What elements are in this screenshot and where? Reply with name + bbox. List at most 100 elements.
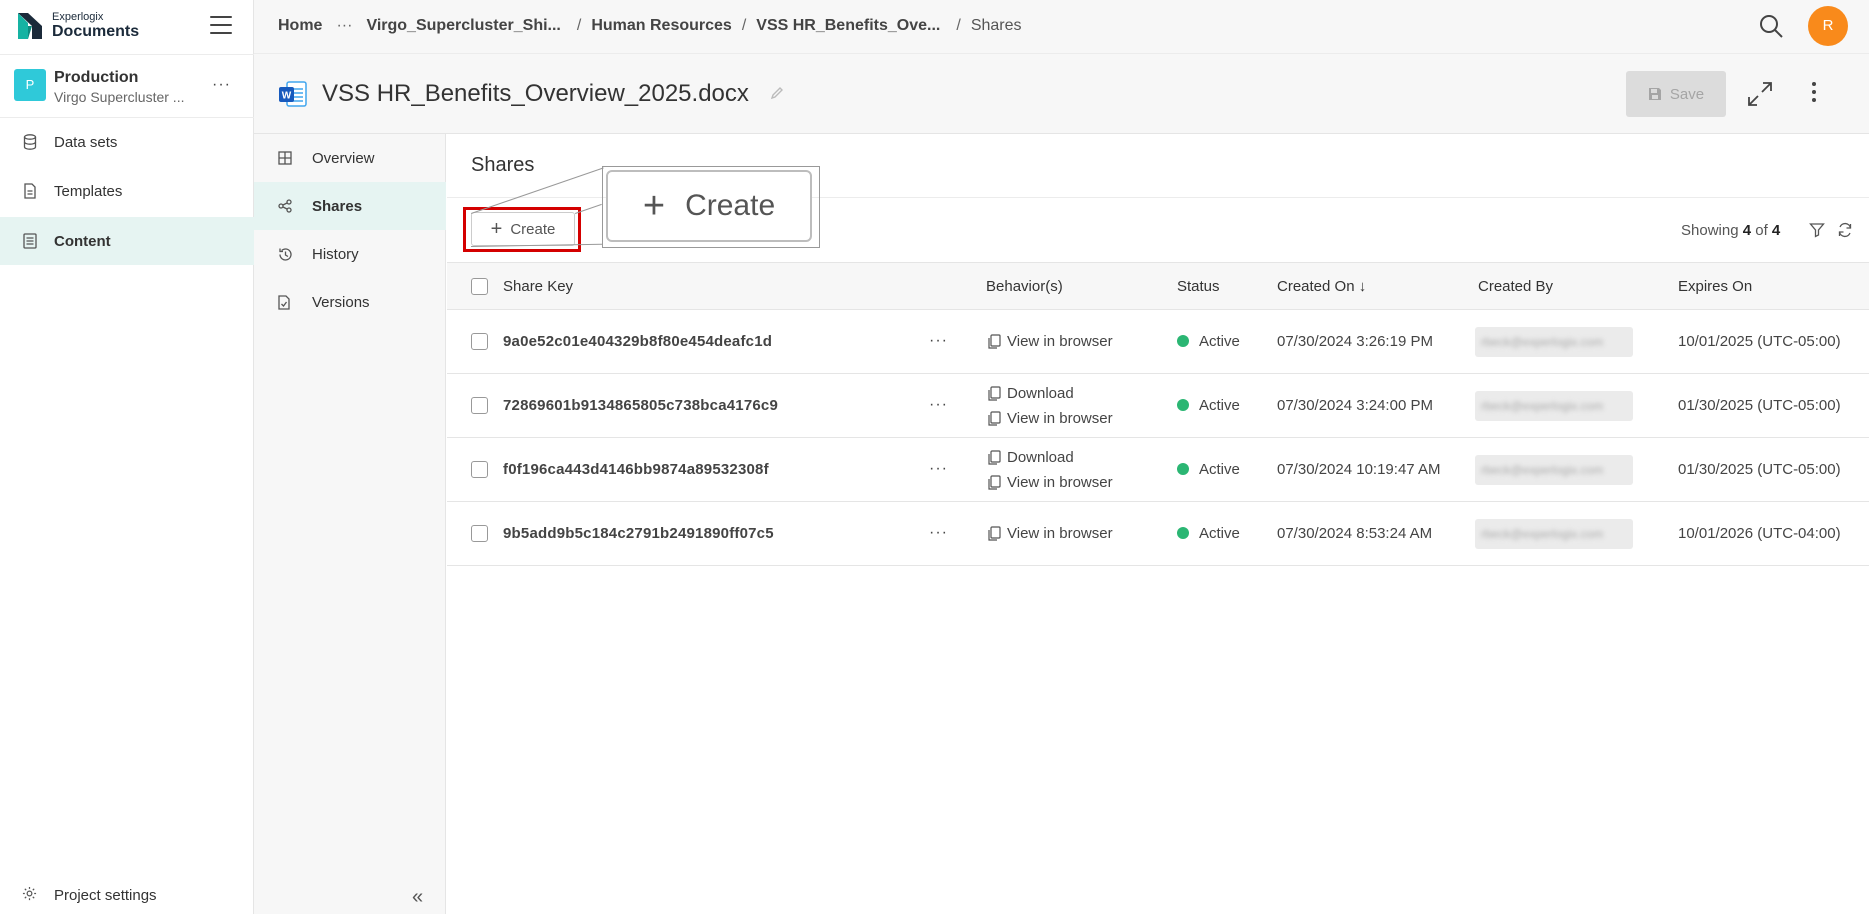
zoom-connector-line (575, 203, 602, 214)
table-header: Share Key Behavior(s) Status Created On … (447, 262, 1869, 310)
project-subtitle: Virgo Supercluster ... (54, 89, 185, 105)
more-options-icon[interactable] (1810, 82, 1818, 108)
copy-icon (988, 333, 1001, 349)
row-checkbox[interactable] (471, 525, 488, 542)
status-label: Active (1199, 461, 1240, 478)
sidebar-item-templates[interactable]: Templates (0, 168, 254, 214)
row-checkbox[interactable] (471, 333, 488, 350)
menu-icon[interactable] (210, 16, 232, 34)
row-checkbox[interactable] (471, 397, 488, 414)
status-label: Active (1199, 397, 1240, 414)
expires-on: 01/30/2025 (UTC-05:00) (1678, 461, 1841, 478)
subnav-item-overview[interactable]: Overview (254, 134, 446, 182)
top-bar: Home ··· Virgo_Supercluster_Shi... / Hum… (254, 0, 1869, 54)
column-header-created-by[interactable]: Created By (1478, 278, 1553, 295)
sidebar-item-content[interactable]: Content (0, 217, 254, 265)
created-by-redacted: rbeck@experlogix.com (1475, 327, 1633, 357)
collapse-sidebar-icon[interactable]: « (412, 886, 423, 909)
save-button[interactable]: Save (1626, 71, 1726, 117)
expires-on: 10/01/2025 (UTC-05:00) (1678, 333, 1841, 350)
copy-icon (988, 385, 1001, 401)
showing-total: 4 (1771, 222, 1781, 239)
created-by: rbeck@experlogix.com (1481, 335, 1604, 349)
table-row[interactable]: 9b5add9b5c184c2791b2491890ff07c5 ··· Vie… (447, 502, 1869, 566)
breadcrumb-home[interactable]: Home (278, 17, 322, 35)
column-header-behaviors[interactable]: Behavior(s) (986, 278, 1063, 295)
copy-icon (988, 525, 1001, 541)
sidebar-item-label: Data sets (54, 133, 118, 151)
share-key: 9a0e52c01e404329b8f80e454deafc1d (503, 333, 773, 350)
sidebar-item-data-sets[interactable]: Data sets (0, 119, 254, 165)
subnav-item-history[interactable]: History (254, 230, 446, 278)
column-header-created-on[interactable]: Created On ↓ (1277, 278, 1366, 295)
breadcrumb-item-folder[interactable]: Virgo_Supercluster_Shi... (366, 17, 560, 35)
project-more-icon[interactable]: ··· (212, 76, 231, 94)
behavior-label: View in browser (1007, 525, 1113, 542)
expand-icon[interactable] (1746, 80, 1774, 108)
status-active-dot (1177, 399, 1189, 411)
row-actions-icon[interactable]: ··· (929, 332, 948, 350)
created-by: rbeck@experlogix.com (1481, 527, 1604, 541)
sidebar-item-label: Content (54, 232, 111, 250)
breadcrumb-ellipsis[interactable]: ··· (336, 17, 352, 35)
column-header-status[interactable]: Status (1177, 278, 1220, 295)
left-sidebar: Experlogix Documents P Production Virgo … (0, 0, 254, 914)
results-count: Showing 4 of 4 (1681, 222, 1780, 239)
breadcrumb-item-document[interactable]: VSS HR_Benefits_Ove... (756, 17, 940, 35)
project-settings-link[interactable]: Project settings (0, 880, 254, 910)
plus-icon: + (490, 218, 503, 240)
refresh-icon[interactable] (1837, 222, 1853, 238)
filter-icon[interactable] (1809, 222, 1825, 238)
database-icon (22, 134, 38, 150)
table-row[interactable]: 72869601b9134865805c738bca4176c9 ··· Dow… (447, 374, 1869, 438)
subnav-item-label: History (312, 245, 359, 263)
user-avatar[interactable]: R (1808, 6, 1848, 46)
row-actions-icon[interactable]: ··· (929, 524, 948, 542)
subnav-item-versions[interactable]: Versions (254, 278, 446, 326)
row-checkbox[interactable] (471, 461, 488, 478)
behavior-view-in-browser: View in browser (987, 333, 1113, 350)
subnav-item-label: Versions (312, 293, 370, 311)
status-active-dot (1177, 463, 1189, 475)
document-header: W VSS HR_Benefits_Overview_2025.docx Sav… (254, 54, 1869, 134)
status-badge: Active (1177, 397, 1240, 414)
created-on: 07/30/2024 3:26:19 PM (1277, 333, 1433, 350)
table-row[interactable]: 9a0e52c01e404329b8f80e454deafc1d ··· Vie… (447, 310, 1869, 374)
created-by: rbeck@experlogix.com (1481, 399, 1604, 413)
copy-icon (988, 410, 1001, 426)
experlogix-logo-icon (18, 13, 42, 39)
table-row[interactable]: f0f196ca443d4146bb9874a89532308f ··· Dow… (447, 438, 1869, 502)
created-by-redacted: rbeck@experlogix.com (1475, 455, 1633, 485)
subnav-item-label: Overview (312, 149, 375, 167)
status-active-dot (1177, 527, 1189, 539)
breadcrumb-separator: / (741, 17, 747, 34)
gear-icon (22, 886, 38, 905)
zoom-create-label: Create (685, 189, 776, 222)
copy-icon (988, 449, 1001, 465)
create-share-button[interactable]: + Create (471, 212, 575, 246)
breadcrumb-item-human-resources[interactable]: Human Resources (591, 17, 732, 35)
brand-logo[interactable]: Experlogix Documents (18, 12, 139, 40)
edit-pencil-icon[interactable] (770, 86, 784, 100)
subnav-item-shares[interactable]: Shares (254, 182, 446, 230)
select-all-checkbox[interactable] (471, 278, 488, 295)
search-icon[interactable] (1758, 13, 1784, 39)
column-header-expires-on[interactable]: Expires On (1678, 278, 1752, 295)
save-label: Save (1669, 85, 1705, 103)
row-actions-icon[interactable]: ··· (929, 460, 948, 478)
status-label: Active (1199, 333, 1240, 350)
share-key: 9b5add9b5c184c2791b2491890ff07c5 (503, 525, 774, 542)
created-by: rbeck@experlogix.com (1481, 463, 1604, 477)
shares-panel: Shares + Create + Create Showing 4 of 4 … (447, 134, 1869, 914)
status-label: Active (1199, 525, 1240, 542)
row-actions-icon[interactable]: ··· (929, 396, 948, 414)
column-header-share-key[interactable]: Share Key (503, 278, 573, 295)
content-icon (22, 233, 38, 249)
breadcrumb: Home ··· Virgo_Supercluster_Shi... / Hum… (278, 17, 1022, 35)
status-active-dot (1177, 335, 1189, 347)
project-avatar: P (14, 69, 46, 101)
brand-big-text: Documents (52, 23, 140, 40)
breadcrumb-separator: / (956, 17, 961, 34)
showing-of: of (1755, 222, 1768, 239)
status-badge: Active (1177, 525, 1240, 542)
